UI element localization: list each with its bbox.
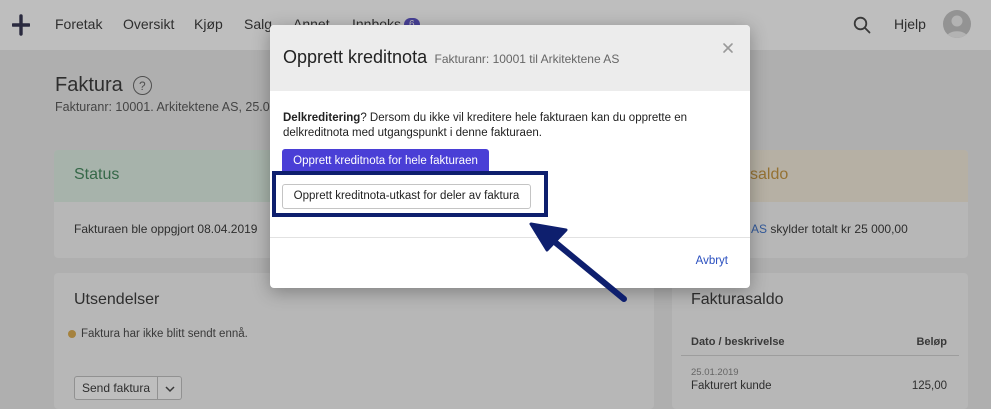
annotation-arrow-icon	[529, 222, 627, 302]
